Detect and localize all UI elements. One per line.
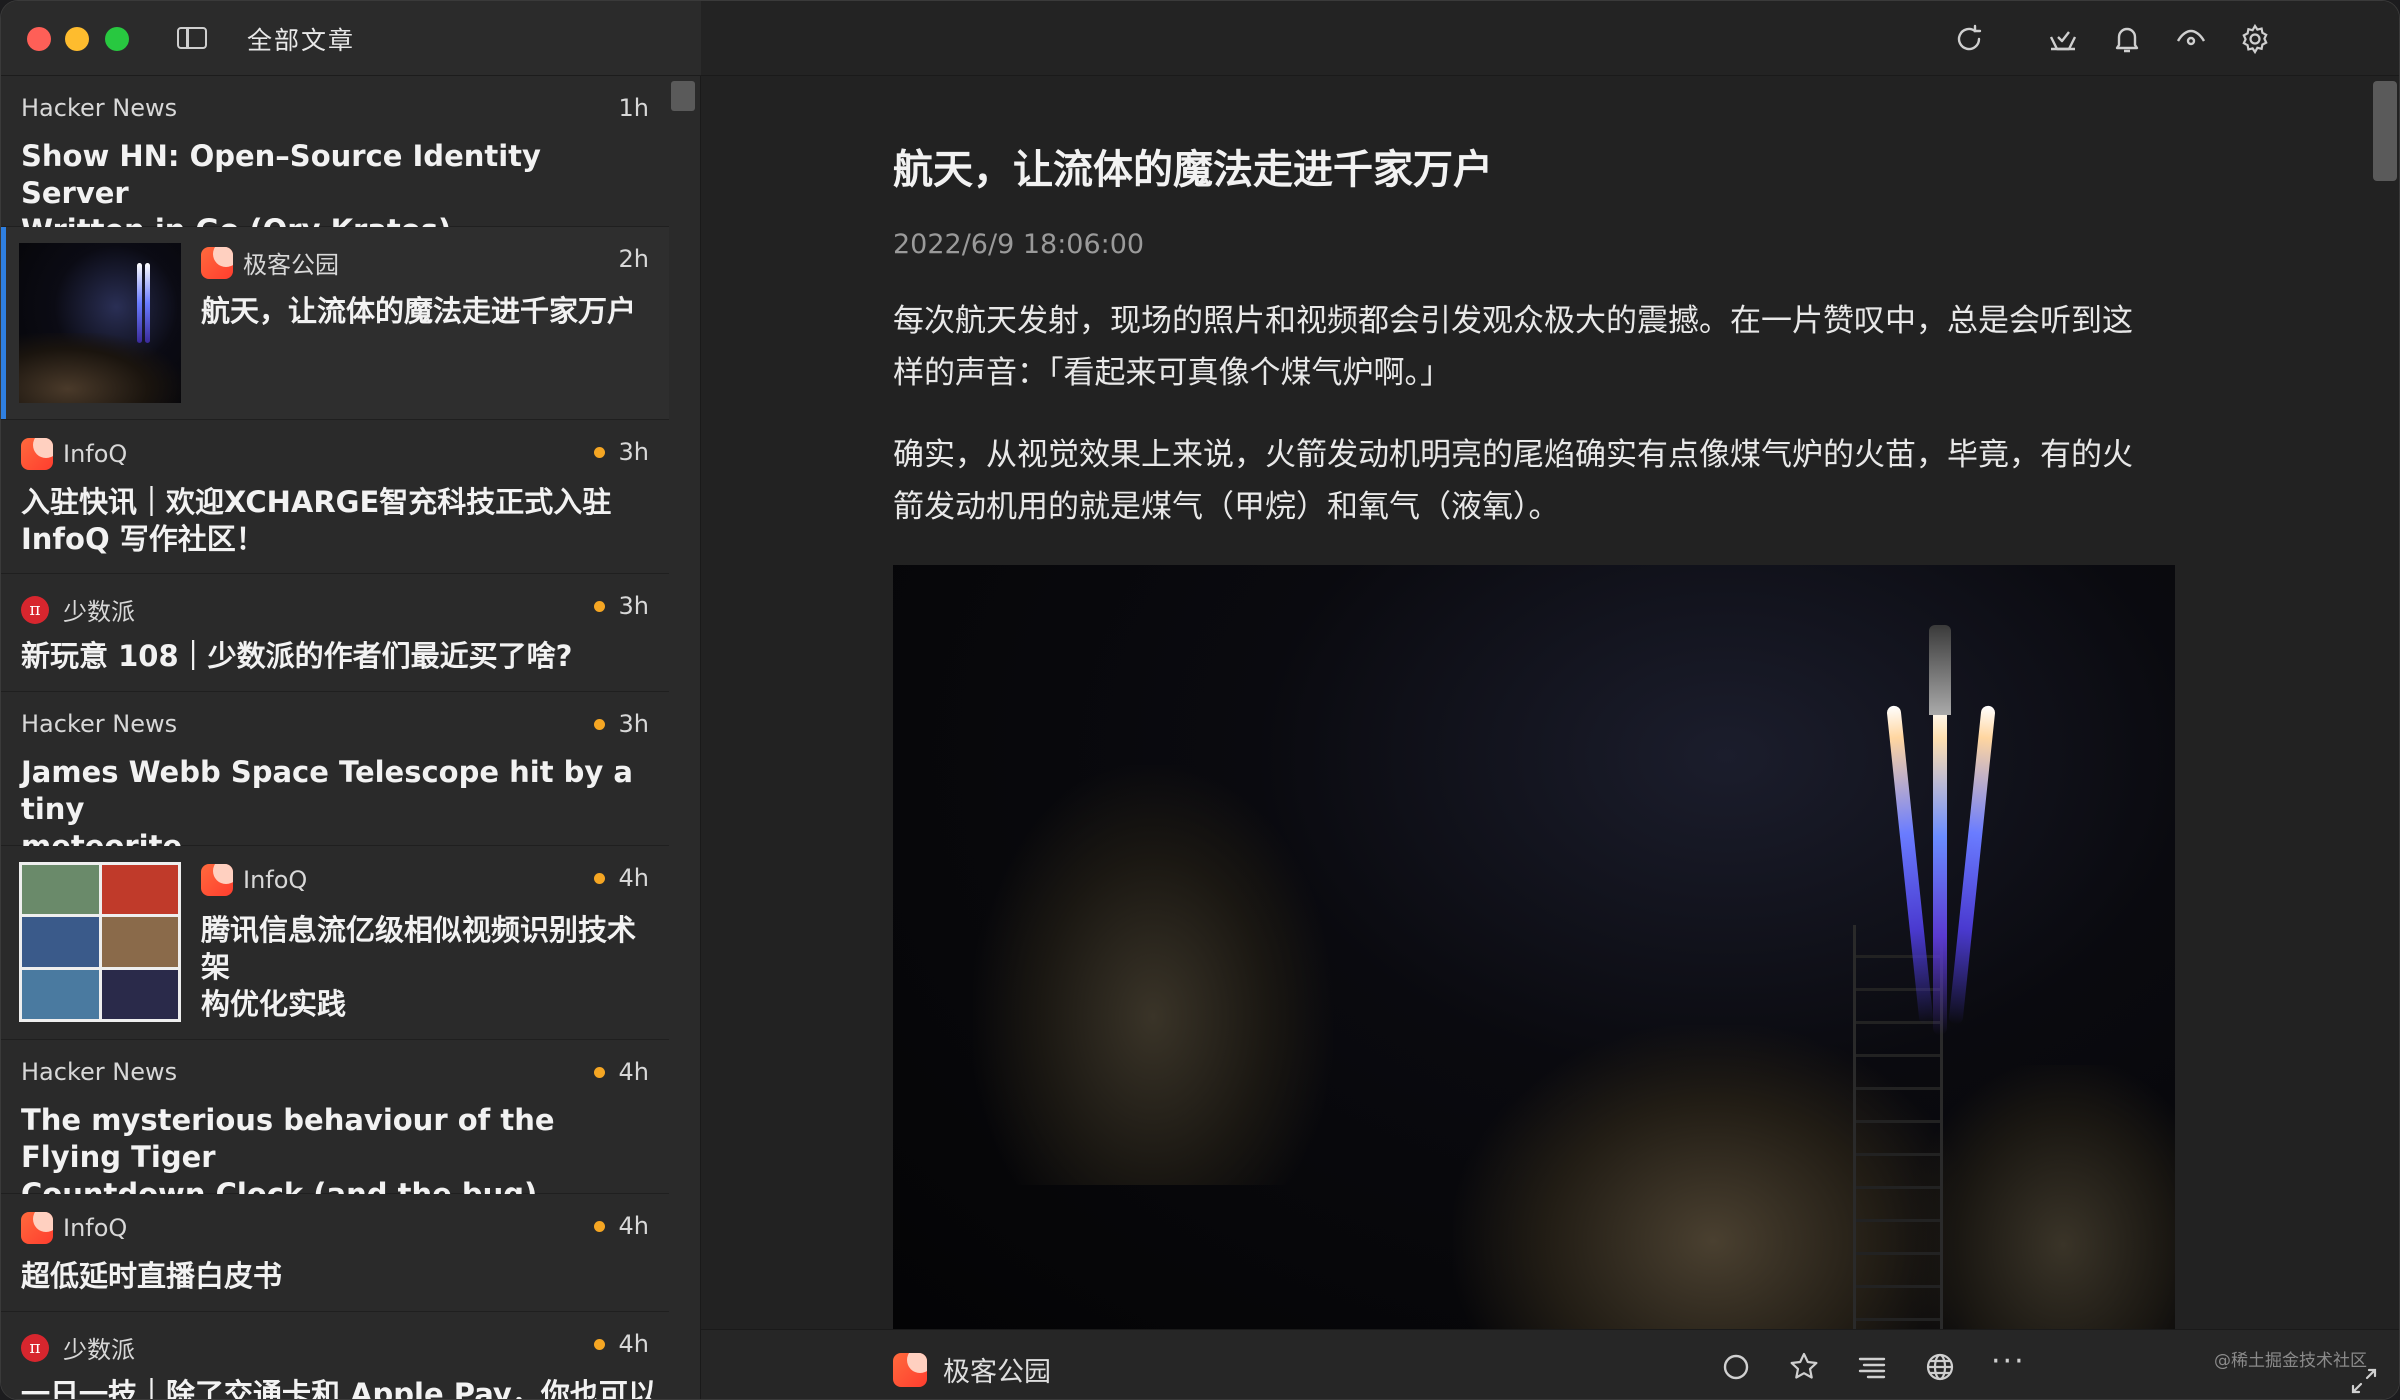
reader-toolbar <box>701 1 2399 76</box>
article-paragraph: 确实，从视觉效果上来说，火箭发动机明亮的尾焰确实有点像煤气炉的火苗，毕竟，有的火… <box>893 437 2133 525</box>
open-in-browser-globe-icon[interactable] <box>1923 1350 1957 1384</box>
unread-dot-icon <box>593 1066 605 1078</box>
list-item[interactable]: π 少数派 4h 一日一技｜除了交通卡和 Apple Pay，你也可以自 <box>1 1312 669 1400</box>
unread-dot-icon <box>593 1338 605 1350</box>
item-time: 2h <box>618 245 649 273</box>
item-source: Hacker News <box>21 1058 178 1086</box>
reader-footer: 极客公园 ··· @稀土掘金技术社区 <box>701 1329 2399 1399</box>
item-thumbnail <box>19 243 181 403</box>
item-title: 航天，让流体的魔法走进千家万户 <box>201 294 637 328</box>
item-source: 极客公园 <box>201 245 339 280</box>
item-title: 新玩意 108｜少数派的作者们最近买了啥? <box>21 639 573 673</box>
unread-dot-icon <box>593 872 605 884</box>
unread-dot-icon <box>593 1220 605 1232</box>
item-time: 3h <box>593 438 649 466</box>
list-item[interactable]: Hacker News 3h James Webb Space Telescop… <box>1 692 669 863</box>
list-scrollbar[interactable] <box>671 81 695 111</box>
refresh-icon[interactable] <box>1953 23 1985 55</box>
zoom-window-button[interactable] <box>105 27 129 51</box>
list-item-selected[interactable]: 极客公园 2h 航天，让流体的魔法走进千家万户 <box>1 227 669 420</box>
settings-gear-icon[interactable] <box>2239 23 2271 55</box>
minimize-window-button[interactable] <box>65 27 89 51</box>
geekpark-favicon-icon <box>893 1352 927 1387</box>
item-source: Hacker News <box>21 710 178 738</box>
item-time: 4h <box>593 1330 649 1358</box>
article-reader-pane: 航天，让流体的魔法走进千家万户 2022/6/9 18:06:00 每次航天发射… <box>701 1 2399 1399</box>
item-time: 4h <box>593 1212 649 1240</box>
item-time: 3h <box>593 710 649 738</box>
unread-dot-icon <box>593 446 605 458</box>
unread-dot-icon <box>593 600 605 612</box>
item-time: 4h <box>593 864 649 892</box>
notification-bell-icon[interactable] <box>2111 23 2143 55</box>
geekpark-favicon-icon <box>201 246 233 279</box>
footer-source[interactable]: 极客公园 <box>893 1350 1051 1389</box>
watermark: @稀土掘金技术社区 <box>2214 1351 2367 1371</box>
item-source: Hacker News <box>21 94 178 122</box>
item-source: InfoQ <box>21 438 127 470</box>
item-thumbnail <box>19 862 181 1022</box>
list-titlebar: 全部文章 <box>1 1 701 76</box>
list-title: 全部文章 <box>247 26 356 55</box>
infoq-favicon-icon <box>21 438 53 470</box>
view-eye-icon[interactable] <box>2175 23 2207 55</box>
list-item[interactable]: Hacker News 1h Show HN: Open–Source Iden… <box>1 76 669 247</box>
sspai-favicon-icon: π <box>21 1333 49 1362</box>
article-paragraph: 每次航天发射，现场的照片和视频都会引发观众极大的震撼。在一片赞叹中，总是会听到这… <box>893 303 2133 391</box>
infoq-favicon-icon <box>21 1212 53 1244</box>
list-item[interactable]: Hacker News 4h The mysterious behaviour … <box>1 1040 669 1211</box>
star-icon[interactable] <box>1787 1350 1821 1384</box>
unread-dot-icon <box>593 718 605 730</box>
sspai-favicon-icon: π <box>21 595 49 624</box>
infoq-favicon-icon <box>201 864 233 896</box>
sidebar-toggle-icon[interactable] <box>177 27 207 49</box>
list-item[interactable]: InfoQ 3h 入驻快讯｜欢迎XCHARGE智充科技正式入驻 InfoQ 写作社… <box>1 420 669 574</box>
item-title: 一日一技｜除了交通卡和 Apple Pay，你也可以自 <box>21 1377 661 1400</box>
mark-unread-circle-icon[interactable] <box>1719 1350 1753 1384</box>
item-source: InfoQ <box>201 864 307 896</box>
expand-icon[interactable] <box>2349 1366 2379 1396</box>
mark-all-read-icon[interactable] <box>2047 23 2079 55</box>
article-list: Hacker News 1h Show HN: Open–Source Iden… <box>1 76 669 1400</box>
more-options-icon[interactable]: ··· <box>1991 1344 2025 1379</box>
item-source: π 少数派 <box>21 1330 135 1365</box>
list-item[interactable]: π 少数派 3h 新玩意 108｜少数派的作者们最近买了啥? <box>1 574 669 692</box>
item-time: 3h <box>593 592 649 620</box>
article-date: 2022/6/9 18:06:00 <box>893 229 1145 260</box>
item-source: InfoQ <box>21 1212 127 1244</box>
list-item[interactable]: InfoQ 4h 腾讯信息流亿级相似视频识别技术架 构优化实践 <box>1 846 669 1040</box>
reader-mode-icon[interactable] <box>1855 1350 1889 1384</box>
article-title: 航天，让流体的魔法走进千家万户 <box>893 147 1493 193</box>
item-source: π 少数派 <box>21 592 135 627</box>
item-title: 腾讯信息流亿级相似视频识别技术架 构优化实践 <box>201 913 637 1021</box>
item-title: 超低延时直播白皮书 <box>21 1259 283 1293</box>
item-title: 入驻快讯｜欢迎XCHARGE智充科技正式入驻 InfoQ 写作社区！ <box>21 485 612 556</box>
article-list-pane: 全部文章 Hacker News 1h Show HN: Open–Source… <box>1 1 701 1400</box>
list-item[interactable]: InfoQ 4h 超低延时直播白皮书 <box>1 1194 669 1312</box>
close-window-button[interactable] <box>27 27 51 51</box>
item-time: 4h <box>593 1058 649 1086</box>
article-hero-image <box>893 565 2175 1329</box>
reader-scrollbar[interactable] <box>2373 81 2397 181</box>
app-window: 全部文章 Hacker News 1h Show HN: Open–Source… <box>0 0 2400 1400</box>
item-time: 1h <box>618 94 649 122</box>
